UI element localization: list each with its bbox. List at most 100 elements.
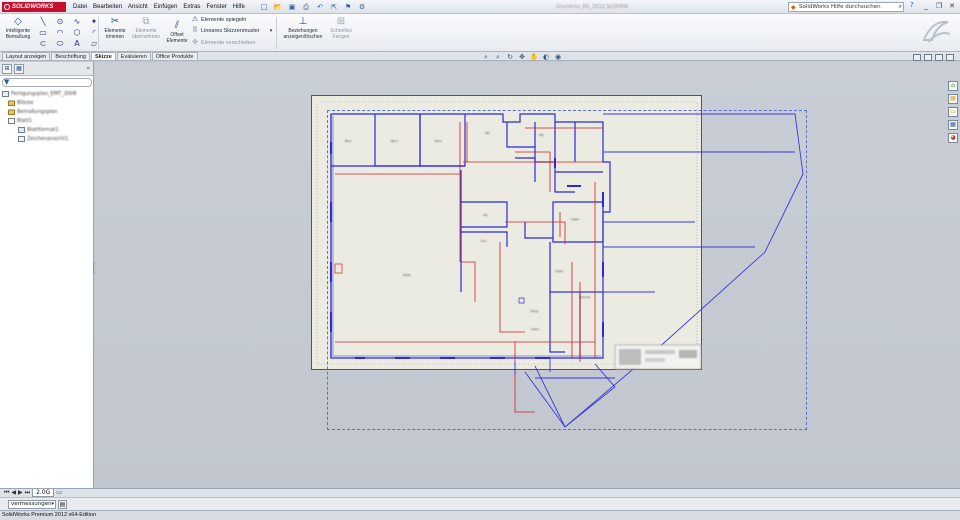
solidworks-resources-icon[interactable]: ⌂ xyxy=(948,81,958,91)
save-icon[interactable]: ▣ xyxy=(286,2,298,12)
open-icon[interactable]: 📂 xyxy=(272,2,284,12)
sheet-tab-bar: ⏮ ◀ ▶ ⏭ 2.0G ▭ xyxy=(0,488,960,497)
sheet-icon xyxy=(8,117,15,124)
hide-show-icon[interactable]: ◉ xyxy=(553,53,563,62)
viewport-restore-icon[interactable] xyxy=(935,54,943,61)
line-icon[interactable]: ╲ xyxy=(36,16,50,27)
quick-snaps-button[interactable]: ⊞ Schnelles Fangen xyxy=(328,16,354,40)
tree-item-blocks[interactable]: Blöcke xyxy=(8,98,33,107)
menu-bearbeiten[interactable]: Bearbeiten xyxy=(90,0,125,14)
menu-fenster[interactable]: Fenster xyxy=(203,0,229,14)
last-sheet-icon[interactable]: ⏭ xyxy=(25,489,30,497)
tab-office-produkte[interactable]: Office Produkte xyxy=(151,52,198,60)
tree-item-label: Blöcke xyxy=(17,99,34,106)
menu-ansicht[interactable]: Ansicht xyxy=(125,0,151,14)
layer-properties-icon[interactable]: ▤ xyxy=(58,500,67,509)
appearances-icon[interactable]: ◕ xyxy=(948,133,958,143)
close-button[interactable]: ✕ xyxy=(946,1,958,12)
help-icon[interactable]: ? xyxy=(910,1,914,9)
offset-icon: ⫽ xyxy=(174,20,180,31)
undo-icon[interactable]: ↶ xyxy=(314,2,326,12)
restore-button[interactable]: ❐ xyxy=(933,1,945,12)
viewport-controls xyxy=(913,54,954,61)
polygon-icon[interactable]: ⬡ xyxy=(70,27,84,38)
select-icon[interactable]: ⇱ xyxy=(328,2,340,12)
new-icon[interactable]: □ xyxy=(258,2,270,12)
viewport-minimize-icon[interactable] xyxy=(913,54,921,61)
view-palette-icon[interactable]: ▦ xyxy=(948,120,958,130)
convert-entities-button[interactable]: ⧉ Elemente übernehmen xyxy=(130,16,162,40)
rectangle-icon[interactable]: ▭ xyxy=(36,27,50,38)
sketch-bounding-box xyxy=(327,110,807,430)
graphics-area[interactable]: ⌕ ⌕ ↻ ✥ ✋ ◐ ◉ ⌂ ▤ ▭ ▦ ◕ Büro Büro Büro W… xyxy=(95,53,960,488)
design-library-icon[interactable]: ▤ xyxy=(948,94,958,104)
panel-tabs: ⊞ ▦ xyxy=(0,62,93,76)
arc-icon[interactable]: ◠ xyxy=(53,27,67,38)
expand-panel-icon[interactable]: » xyxy=(86,65,90,72)
tree-item-drawing-view[interactable]: Zeichenansicht1 xyxy=(18,134,68,143)
tree-item-sheet-format[interactable]: Blattformat1 xyxy=(18,125,59,134)
zoom-to-area-icon[interactable]: ⌕ xyxy=(493,53,503,62)
tree-item-dimensions[interactable]: Bemaßungsplan xyxy=(8,107,58,116)
zoom-to-fit-icon[interactable]: ⌕ xyxy=(481,53,491,62)
move-label: Elemente verschieben xyxy=(201,40,256,46)
viewport-close-icon[interactable] xyxy=(946,54,954,61)
display-style-icon[interactable]: ◐ xyxy=(541,53,551,62)
tab-beschriftung[interactable]: Beschriftung xyxy=(51,52,90,60)
prev-sheet-icon[interactable]: ◀ xyxy=(11,489,16,497)
tree-item-label: Blatt1 xyxy=(17,117,32,124)
mirror-entities-button[interactable]: ⚠ Elemente spiegeln xyxy=(191,16,246,24)
status-text: SolidWorks Premium 2012 x64-Edition xyxy=(2,512,97,518)
offset-entities-button[interactable]: ⫽ Offset Elemente xyxy=(163,20,191,44)
ellipse-icon[interactable]: ⬭ xyxy=(53,38,67,49)
task-pane-tabs: ⌂ ▤ ▭ ▦ ◕ xyxy=(948,81,958,143)
slot-icon[interactable]: ⊂ xyxy=(36,38,50,49)
tab-evaluieren[interactable]: Evaluieren xyxy=(116,52,151,60)
folder-icon xyxy=(8,109,15,115)
feature-manager-tab-icon[interactable]: ⊞ xyxy=(2,64,12,74)
tree-filter-input[interactable]: ▼ xyxy=(2,78,92,87)
file-explorer-icon[interactable]: ▭ xyxy=(948,107,958,117)
viewport-tile-icon[interactable] xyxy=(924,54,932,61)
pan-icon[interactable]: ✋ xyxy=(529,53,539,62)
status-bar: SolidWorks Premium 2012 x64-Edition xyxy=(0,510,960,520)
menu-einfuegen[interactable]: Einfügen xyxy=(151,0,181,14)
display-delete-relations-button[interactable]: ⊥ Beziehungen anzeigen/löschen xyxy=(280,16,326,40)
minimize-button[interactable]: _ xyxy=(920,1,932,12)
drawing-view-icon xyxy=(18,135,25,142)
drawing-icon xyxy=(2,90,9,97)
trim-entities-button[interactable]: ✂ Elemente trimmen xyxy=(100,16,130,40)
linear-pattern-button[interactable]: ⠿ Lineares Skizzenmuster ▾ xyxy=(191,27,272,35)
previous-view-icon[interactable]: ↻ xyxy=(505,53,515,62)
dropdown-arrow-icon[interactable]: ▾ xyxy=(270,27,273,35)
add-sheet-icon[interactable]: ▭ xyxy=(56,489,62,497)
search-icon[interactable]: ⌕ xyxy=(899,3,902,11)
next-sheet-icon[interactable]: ▶ xyxy=(18,489,23,497)
menu-hilfe[interactable]: Hilfe xyxy=(230,0,248,14)
options-icon[interactable]: ⚙ xyxy=(356,2,368,12)
spline-icon[interactable]: ∿ xyxy=(70,16,84,27)
print-icon[interactable]: ⎙ xyxy=(300,2,312,12)
ds-logo-icon xyxy=(4,4,10,10)
sketch-entities-group: ╲ ⊙ ∿ ✦ ▭ ◠ ⬡ ◜ ⊂ ⬭ A ▱ xyxy=(36,16,102,49)
tree-item-root[interactable]: Fertigungsplan_EMT_3008 xyxy=(2,89,76,98)
tree-item-label: Fertigungsplan_EMT_3008 xyxy=(11,90,77,97)
menu-extras[interactable]: Extras xyxy=(180,0,203,14)
layer-dropdown[interactable]: vermessungen ▾ xyxy=(8,500,56,509)
first-sheet-icon[interactable]: ⏮ xyxy=(4,489,9,497)
text-icon[interactable]: A xyxy=(70,38,84,49)
move-entities-button[interactable]: ✥ Elemente verschieben xyxy=(191,39,255,47)
rotate-icon[interactable]: ✥ xyxy=(517,53,527,62)
ribbon-separator xyxy=(98,17,99,49)
menu-datei[interactable]: Datei xyxy=(70,0,90,14)
sheet-tab[interactable]: 2.0G xyxy=(32,489,55,497)
solidworks-logo[interactable]: SOLIDWORKS xyxy=(2,2,66,12)
smart-dimension-button[interactable]: ◇ Intelligente Bemaßung xyxy=(2,16,34,40)
rebuild-icon[interactable]: ⚑ xyxy=(342,2,354,12)
tab-skizze[interactable]: Skizze xyxy=(90,52,116,60)
circle-icon[interactable]: ⊙ xyxy=(53,16,67,27)
help-search-input[interactable]: ◆ SolidWorks Hilfe durchsuchen ⌕ xyxy=(788,2,904,12)
tree-item-sheet[interactable]: Blatt1 xyxy=(8,116,32,125)
property-manager-tab-icon[interactable]: ▦ xyxy=(14,64,24,74)
tab-layout-anzeigen[interactable]: Layout anzeigen xyxy=(2,52,51,60)
